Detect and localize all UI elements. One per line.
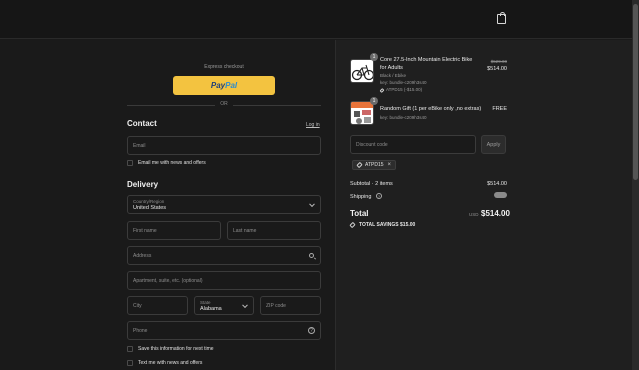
first-name-field[interactable]: First name [127, 221, 221, 240]
applied-code: ATPD15 [365, 162, 384, 168]
or-divider: OR [127, 101, 321, 109]
delivery-heading: Delivery [127, 180, 159, 189]
paypal-button[interactable]: Pay Pal [173, 76, 275, 95]
or-text: OR [220, 101, 228, 107]
total-label: Total [350, 209, 369, 218]
cart-item: 1 Core 27.5-Inch Mountain Electric Bike … [350, 53, 507, 97]
zip-field[interactable]: ZIP code [260, 296, 321, 315]
item-variant: Black / Ebike [380, 73, 407, 78]
state-select[interactable]: State Alabama [194, 296, 254, 315]
help-icon[interactable]: ? [308, 327, 315, 334]
phone-field[interactable]: Phone ? [127, 321, 321, 340]
state-value: Alabama [200, 305, 222, 312]
address-placeholder: Address [133, 252, 152, 259]
country-select[interactable]: Country/Region United States [127, 195, 321, 214]
tag-icon [379, 87, 385, 93]
paypal-logo-part1: Pay [210, 81, 226, 90]
item-title: Core 27.5-Inch Mountain Electric Bike fo… [380, 57, 473, 71]
text-me-label: Text me with news and offers [138, 360, 203, 366]
login-link[interactable]: Log in [306, 122, 320, 128]
total-savings-text: TOTAL SAVINGS $15.00 [359, 222, 416, 228]
apartment-placeholder: Apartment, suite, etc. (optional) [133, 277, 203, 284]
zip-placeholder: ZIP code [266, 302, 286, 309]
bag-icon[interactable] [497, 12, 506, 24]
newsletter-checkbox[interactable] [127, 160, 133, 166]
city-placeholder: City [133, 302, 142, 309]
last-name-placeholder: Last name [233, 227, 257, 234]
newsletter-label: Email me with news and offers [138, 160, 206, 166]
item-original-price: $529.00 [490, 59, 507, 64]
subtotal-label: Subtotal · 2 items [350, 181, 393, 187]
item-discount: ATPD15 (-$15.00) [379, 87, 423, 93]
applied-discount-chip: ATPD15 × [352, 160, 397, 170]
chevron-down-icon [242, 301, 248, 308]
contact-heading: Contact [127, 119, 157, 128]
close-icon[interactable]: × [388, 162, 392, 168]
discount-code-field[interactable]: Discount code [350, 135, 476, 154]
site-header [0, 0, 632, 39]
subtotal-value: $514.00 [487, 181, 507, 187]
item-price: FREE [492, 106, 507, 112]
subtotal-row: Subtotal · 2 items $514.00 [350, 181, 507, 187]
email-placeholder: Email [133, 142, 146, 149]
item-title: Random Gift (1 per eBike only ,no extras… [380, 106, 482, 112]
scrollbar-thumb[interactable] [633, 4, 638, 180]
total-value: $514.00 [481, 209, 510, 218]
text-me-checkbox[interactable] [127, 360, 133, 366]
apply-button[interactable]: Apply [481, 135, 506, 154]
shipping-toggle [494, 192, 507, 198]
search-icon [309, 253, 314, 258]
save-info-checkbox[interactable] [127, 346, 133, 352]
shipping-row: Shipping ? [350, 192, 507, 200]
text-me-checkbox-row[interactable]: Text me with news and offers [127, 360, 202, 366]
discount-placeholder: Discount code [356, 141, 388, 148]
ebike-thumbnail [350, 59, 374, 83]
phone-placeholder: Phone [133, 327, 148, 334]
apartment-field[interactable]: Apartment, suite, etc. (optional) [127, 271, 321, 290]
first-name-placeholder: First name [133, 227, 157, 234]
last-name-field[interactable]: Last name [227, 221, 321, 240]
newsletter-checkbox-row[interactable]: Email me with news and offers [127, 160, 206, 166]
address-field[interactable]: Address [127, 246, 321, 265]
help-icon[interactable]: ? [375, 193, 382, 199]
chevron-down-icon [309, 200, 315, 207]
save-info-label: Save this information for next time [138, 346, 214, 352]
country-value: United States [133, 204, 167, 211]
paypal-logo-part2: Pal [225, 81, 238, 90]
tag-icon [356, 161, 363, 169]
item-price: $514.00 [487, 66, 507, 72]
state-label: State [200, 299, 211, 305]
quantity-badge: 1 [370, 53, 378, 61]
country-label: Country/Region [133, 198, 165, 204]
email-field[interactable]: Email [127, 136, 321, 155]
total-currency: USD [469, 212, 479, 217]
store-logo[interactable] [290, 12, 340, 26]
scrollbar[interactable] [632, 0, 639, 370]
gift-thumbnail [350, 101, 374, 125]
item-discount-text: ATPD15 (-$15.00) [386, 87, 423, 92]
shipping-label: Shipping [350, 194, 372, 200]
item-key: key: bundle-c209h3s40 [380, 80, 427, 85]
tag-icon [349, 221, 356, 229]
quantity-badge: 1 [370, 97, 378, 105]
city-field[interactable]: City [127, 296, 188, 315]
cart-item: 1 Random Gift (1 per eBike only ,no extr… [350, 97, 507, 129]
total-savings: TOTAL SAVINGS $15.00 [349, 221, 416, 229]
save-info-checkbox-row[interactable]: Save this information for next time [127, 346, 214, 352]
item-key: key: bundle-c209h3s40 [380, 115, 427, 120]
express-checkout-label: Express checkout [204, 64, 244, 70]
